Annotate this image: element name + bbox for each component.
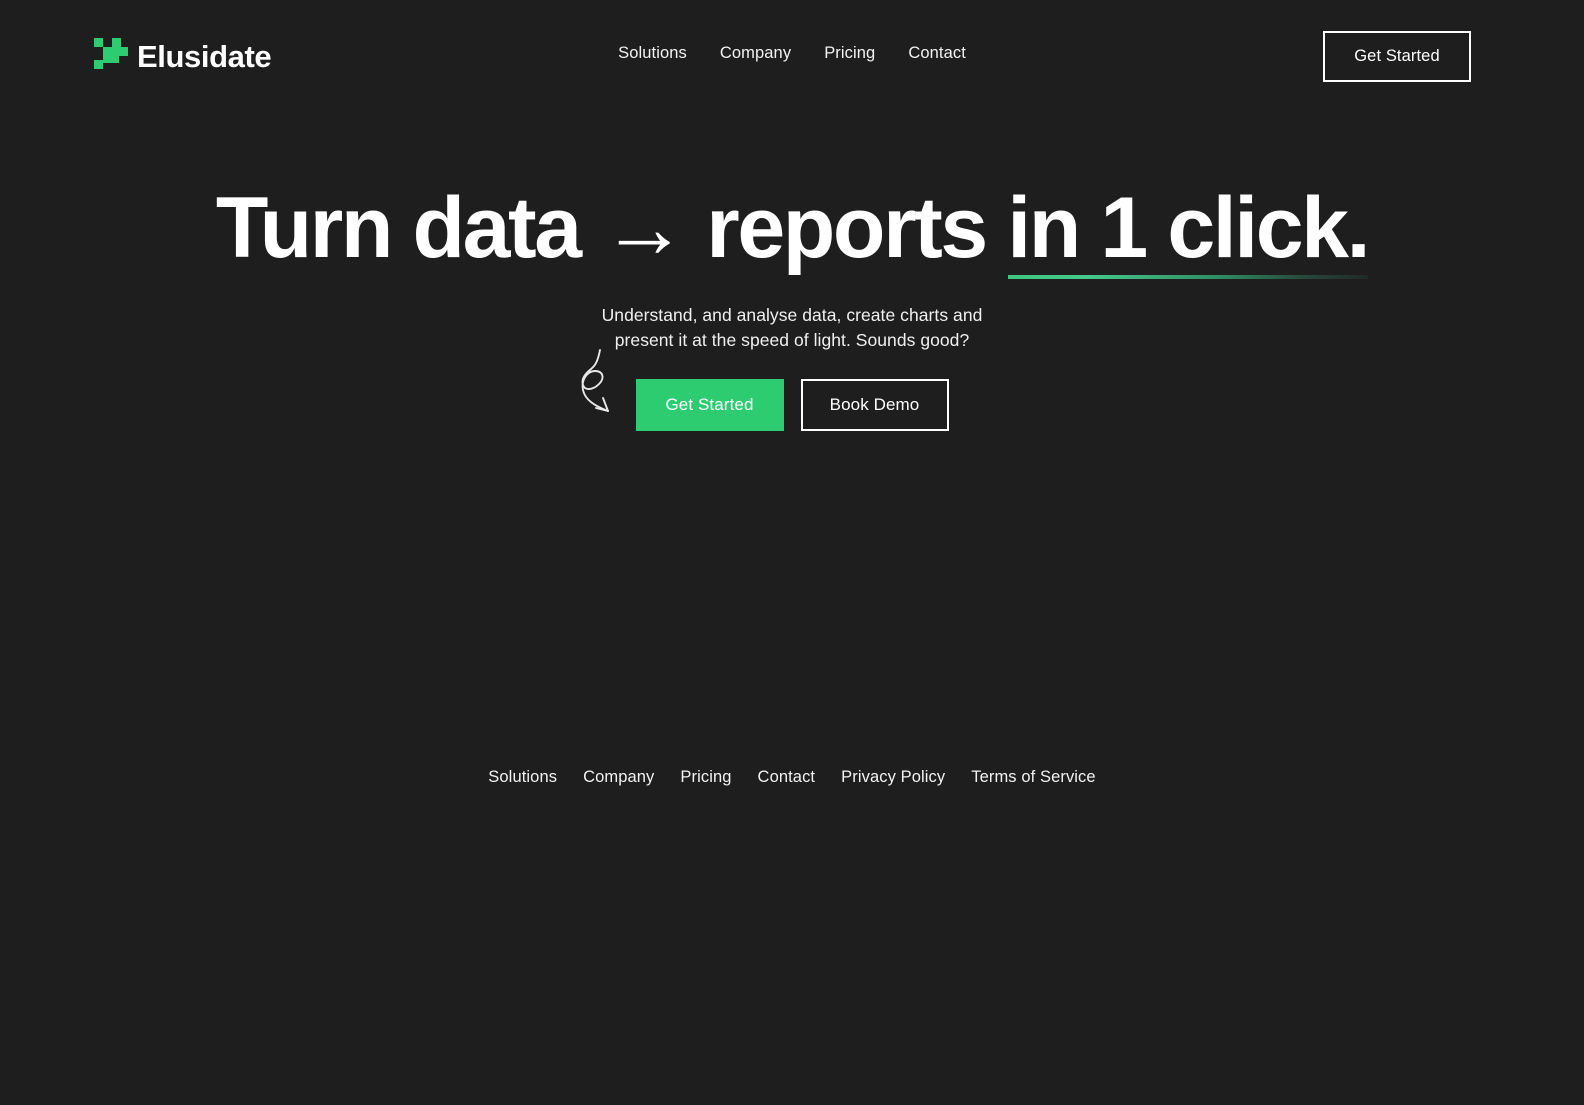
footer-link-company[interactable]: Company [583,768,654,787]
headline-part-prefix: Turn data [215,180,602,276]
footer-link-solutions[interactable]: Solutions [488,768,557,787]
hero-subtitle: Understand, and analyse data, create cha… [0,303,1584,353]
hero-section: Turn data → reports in 1 click. Understa… [0,183,1584,431]
footer-link-privacy-policy[interactable]: Privacy Policy [841,768,945,787]
main-navigation: Solutions Company Pricing Contact [618,44,966,63]
page-title: Turn data → reports in 1 click. [0,180,1584,280]
headline-highlight: in 1 click. [1007,180,1371,280]
site-header: Elusidate Solutions Company Pricing Cont… [0,0,1584,115]
footer-link-terms-of-service[interactable]: Terms of Service [971,768,1095,787]
hero-cta-group: Get Started Book Demo [0,378,1584,431]
hero-subtitle-line-1: Understand, and analyse data, create cha… [601,305,983,326]
footer-link-pricing[interactable]: Pricing [680,768,731,787]
hero-book-demo-button[interactable]: Book Demo [800,378,949,431]
footer-link-contact[interactable]: Contact [758,768,816,787]
brand-name: Elusidate [137,38,272,74]
nav-link-pricing[interactable]: Pricing [824,44,875,63]
headline-arrow-glyph: → [601,180,687,276]
site-footer: Solutions Company Pricing Contact Privac… [0,768,1584,787]
landing-page: Elusidate Solutions Company Pricing Cont… [0,0,1584,1105]
header-get-started-button[interactable]: Get Started [1323,31,1471,82]
nav-link-company[interactable]: Company [720,44,791,63]
nav-link-solutions[interactable]: Solutions [618,44,687,63]
nav-link-contact[interactable]: Contact [908,44,966,63]
hero-subtitle-line-2: present it at the speed of light. Sounds… [614,330,970,351]
hero-get-started-button[interactable]: Get Started [635,378,784,431]
headline-part-middle: reports [684,180,1008,276]
elusidate-blocks-logo-icon [94,38,128,69]
brand-logo[interactable]: Elusidate [94,38,272,74]
